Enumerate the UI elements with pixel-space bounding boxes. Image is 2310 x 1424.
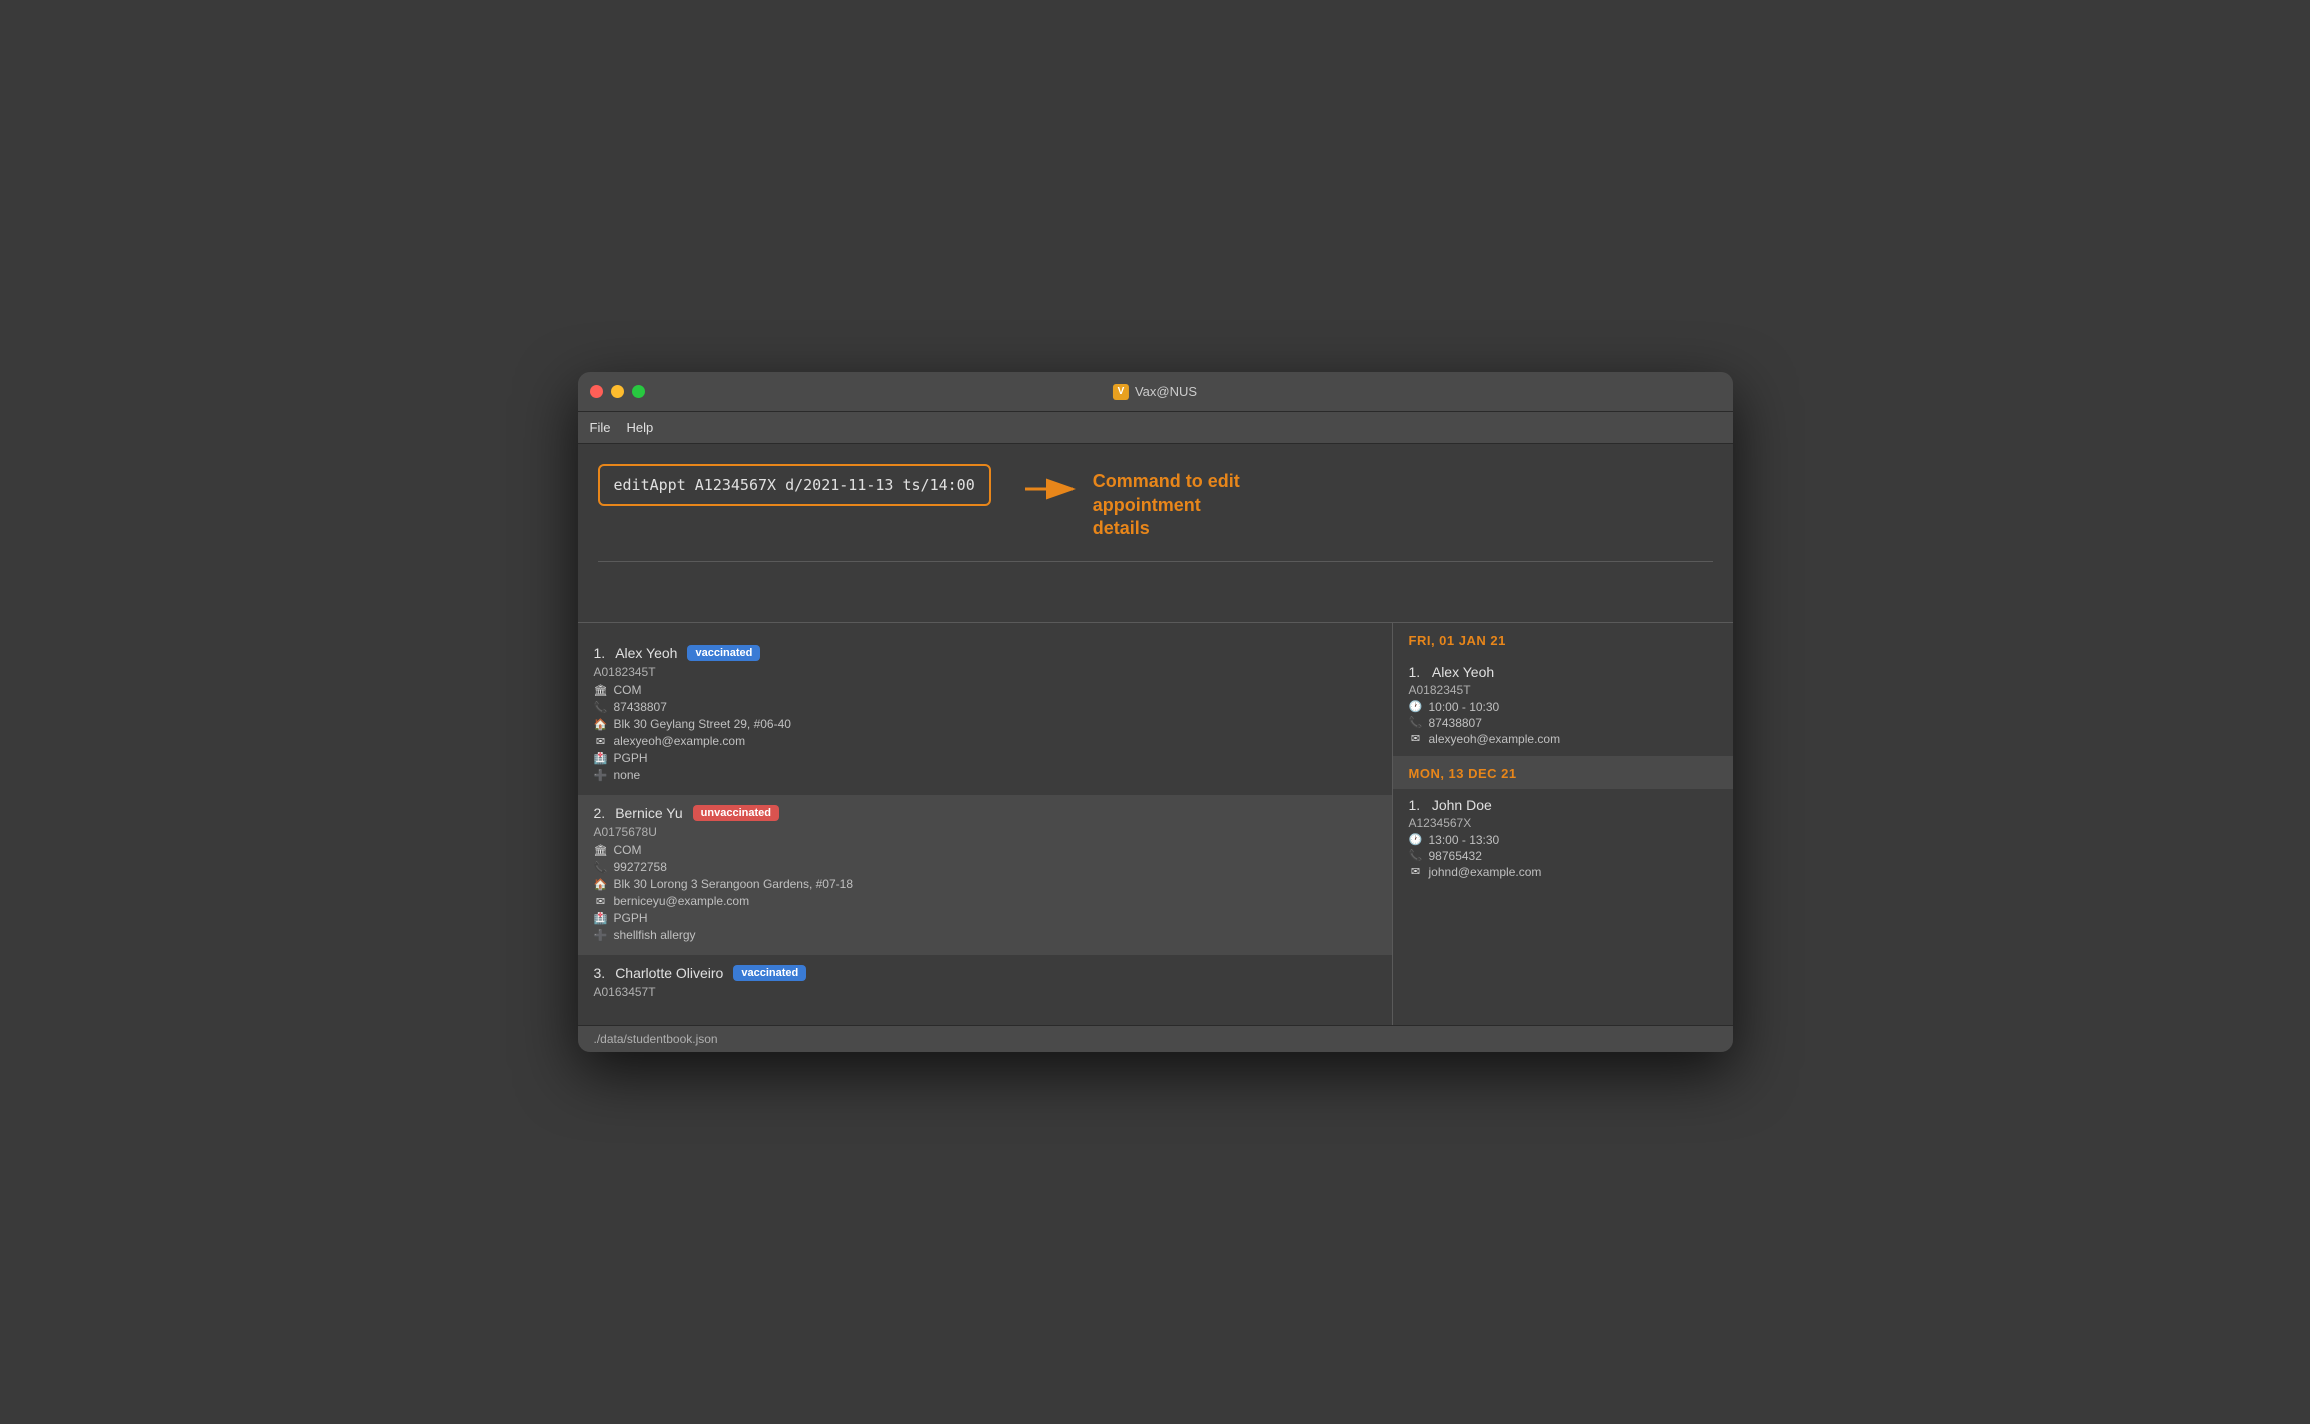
patient-card-3[interactable]: 3. Charlotte Oliveiro vaccinated A016345… [578,955,1392,1013]
date-header-2: MON, 13 DEC 21 [1393,756,1733,789]
patient-address-2: 🏠 Blk 30 Lorong 3 Serangoon Gardens, #07… [594,877,1376,892]
patient-header-3: 3. Charlotte Oliveiro vaccinated [594,965,1376,981]
patient-address-1: 🏠 Blk 30 Geylang Street 29, #06-40 [594,717,1376,732]
patient-id-3: A0163457T [594,985,1376,999]
appt-id-1: A0182345T [1409,683,1717,697]
clock-icon-1: 🕐 [1409,700,1423,714]
patient-number-3: 3. [594,965,606,981]
patient-phone-2: 📞 99272758 [594,860,1376,875]
maximize-button[interactable] [632,385,645,398]
appt-time-1: 🕐 10:00 - 10:30 [1409,700,1717,714]
phone-icon-2: 📞 [594,861,608,875]
appt-phone-icon-1: 📞 [1409,716,1423,730]
building-icon-1: 🏛 [594,684,608,698]
patient-badge-2: unvaccinated [693,805,779,821]
appt-time-2: 🕐 13:00 - 13:30 [1409,833,1717,847]
email-icon-2: ✉ [594,895,608,909]
app-title: Vax@NUS [1135,384,1197,399]
command-input[interactable]: editAppt A1234567X d/2021-11-13 ts/14:00 [598,464,991,506]
patient-name-3: Charlotte Oliveiro [615,965,723,981]
command-area: editAppt A1234567X d/2021-11-13 ts/14:00… [578,444,1733,550]
patient-clinic-2: 🏥 PGPH [594,911,1376,926]
phone-icon-1: 📞 [594,701,608,715]
home-icon-1: 🏠 [594,718,608,732]
main-window: V Vax@NUS File Help editAppt A1234567X d… [578,372,1733,1051]
patient-name-1: Alex Yeoh [615,645,677,661]
appt-name-2: 1. John Doe [1409,797,1717,813]
appt-email-icon-2: ✉ [1409,865,1423,879]
appt-email-1: ✉ alexyeoh@example.com [1409,732,1717,746]
clinic-icon-1: 🏥 [594,752,608,766]
empty-space [578,562,1733,622]
appt-phone-icon-2: 📞 [1409,849,1423,863]
patient-faculty-1: 🏛 COM [594,683,1376,698]
patient-header-1: 1. Alex Yeoh vaccinated [594,645,1376,661]
building-icon-2: 🏛 [594,844,608,858]
clinic-icon-2: 🏥 [594,912,608,926]
patient-name-2: Bernice Yu [615,805,682,821]
close-button[interactable] [590,385,603,398]
medical-icon-2: ➕ [594,929,608,943]
patient-id-2: A0175678U [594,825,1376,839]
patient-header-2: 2. Bernice Yu unvaccinated [594,805,1376,821]
annotation-text: Command to edit appointment details [1093,470,1240,540]
patient-faculty-2: 🏛 COM [594,843,1376,858]
patient-card-2[interactable]: 2. Bernice Yu unvaccinated A0175678U 🏛 C… [578,795,1392,955]
appt-phone-1: 📞 87438807 [1409,716,1717,730]
medical-icon-1: ➕ [594,769,608,783]
divider-area [578,551,1733,562]
menu-help[interactable]: Help [626,420,653,435]
patient-id-1: A0182345T [594,665,1376,679]
appointments-panel[interactable]: FRI, 01 JAN 21 1. Alex Yeoh A0182345T 🕐 … [1393,623,1733,1025]
patient-email-1: ✉ alexyeoh@example.com [594,734,1376,749]
app-icon: V [1113,384,1129,400]
traffic-lights [590,385,645,398]
patient-badge-1: vaccinated [687,645,760,661]
appt-phone-2: 📞 98765432 [1409,849,1717,863]
status-bar: ./data/studentbook.json [578,1025,1733,1052]
date-header-1: FRI, 01 JAN 21 [1393,623,1733,656]
patient-number-1: 1. [594,645,606,661]
appt-card-1[interactable]: 1. Alex Yeoh A0182345T 🕐 10:00 - 10:30 📞… [1393,656,1733,756]
appt-email-icon-1: ✉ [1409,732,1423,746]
patient-card-1[interactable]: 1. Alex Yeoh vaccinated A0182345T 🏛 COM … [578,635,1392,795]
arrow-annotation: Command to edit appointment details [1021,470,1240,540]
patient-list-panel[interactable]: 1. Alex Yeoh vaccinated A0182345T 🏛 COM … [578,623,1393,1025]
appt-id-2: A1234567X [1409,816,1717,830]
window-title: V Vax@NUS [1113,384,1197,400]
clock-icon-2: 🕐 [1409,833,1423,847]
status-text: ./data/studentbook.json [594,1032,718,1046]
home-icon-2: 🏠 [594,878,608,892]
main-content: 1. Alex Yeoh vaccinated A0182345T 🏛 COM … [578,622,1733,1025]
patient-clinic-1: 🏥 PGPH [594,751,1376,766]
appt-name-1: 1. Alex Yeoh [1409,664,1717,680]
menu-file[interactable]: File [590,420,611,435]
patient-status-2: ➕ shellfish allergy [594,928,1376,943]
appt-card-2[interactable]: 1. John Doe A1234567X 🕐 13:00 - 13:30 📞 … [1393,789,1733,889]
menu-bar: File Help [578,412,1733,444]
patient-number-2: 2. [594,805,606,821]
email-icon-1: ✉ [594,735,608,749]
minimize-button[interactable] [611,385,624,398]
arrow-icon [1021,474,1081,509]
patient-email-2: ✉ berniceyu@example.com [594,894,1376,909]
appt-email-2: ✉ johnd@example.com [1409,865,1717,879]
patient-phone-1: 📞 87438807 [594,700,1376,715]
patient-badge-3: vaccinated [733,965,806,981]
patient-status-1: ➕ none [594,768,1376,783]
title-bar: V Vax@NUS [578,372,1733,412]
